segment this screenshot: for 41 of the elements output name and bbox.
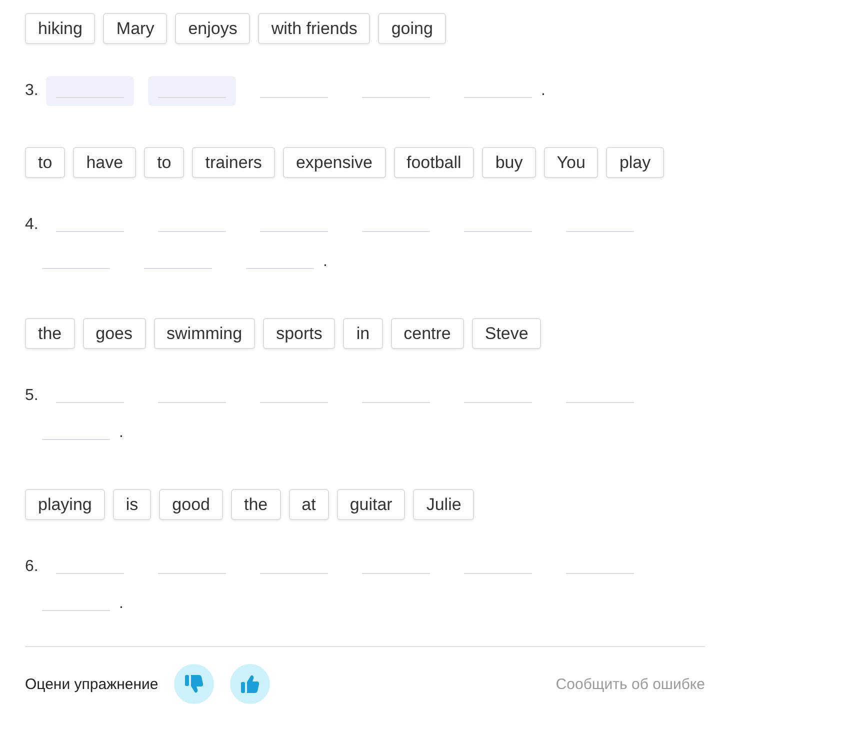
word-chip[interactable]: at — [288, 489, 329, 520]
thumbs-up-icon — [240, 674, 260, 694]
sentence-period: . — [323, 252, 328, 272]
word-chip[interactable]: hiking — [25, 13, 96, 44]
word-chip[interactable]: buy — [482, 147, 536, 178]
like-button[interactable] — [230, 664, 270, 704]
exercise-number: 5. — [25, 386, 39, 406]
word-chip[interactable]: enjoys — [175, 13, 250, 44]
rate-label: Оцени упражнение — [25, 676, 158, 692]
word-chip[interactable]: to — [25, 147, 66, 178]
sentence-period: . — [119, 423, 124, 443]
word-chip[interactable]: Julie — [413, 489, 474, 520]
exercise-number: 3. — [25, 81, 39, 101]
word-chip[interactable]: Steve — [472, 318, 542, 349]
word-chip[interactable]: have — [73, 147, 136, 178]
sentence-period: . — [541, 81, 546, 101]
word-chip[interactable]: the — [25, 318, 75, 349]
word-chip[interactable]: good — [159, 489, 223, 520]
exercise-number: 6. — [25, 557, 39, 577]
word-chip[interactable]: sports — [263, 318, 336, 349]
word-chip[interactable]: is — [112, 489, 152, 520]
word-chip[interactable]: playing — [25, 489, 105, 520]
word-chip[interactable]: play — [606, 147, 664, 178]
word-chip[interactable]: going — [378, 13, 446, 44]
exercise-number: 4. — [25, 215, 39, 235]
word-chip[interactable]: guitar — [336, 489, 406, 520]
word-chip[interactable]: in — [343, 318, 383, 349]
word-chip[interactable]: expensive — [282, 147, 386, 178]
word-chip[interactable]: centre — [390, 318, 464, 349]
word-chip[interactable]: You — [544, 147, 598, 178]
word-chip[interactable]: trainers — [192, 147, 275, 178]
word-chip[interactable]: goes — [82, 318, 146, 349]
word-chip[interactable]: swimming — [154, 318, 256, 349]
dislike-button[interactable] — [174, 664, 214, 704]
thumbs-down-icon — [184, 674, 204, 694]
word-chip[interactable]: the — [230, 489, 281, 520]
word-chip[interactable]: football — [394, 147, 474, 178]
word-chip[interactable]: Mary — [103, 13, 168, 44]
word-chip[interactable]: to — [144, 147, 184, 178]
sentence-period: . — [119, 594, 124, 614]
word-chip[interactable]: with friends — [258, 13, 370, 44]
